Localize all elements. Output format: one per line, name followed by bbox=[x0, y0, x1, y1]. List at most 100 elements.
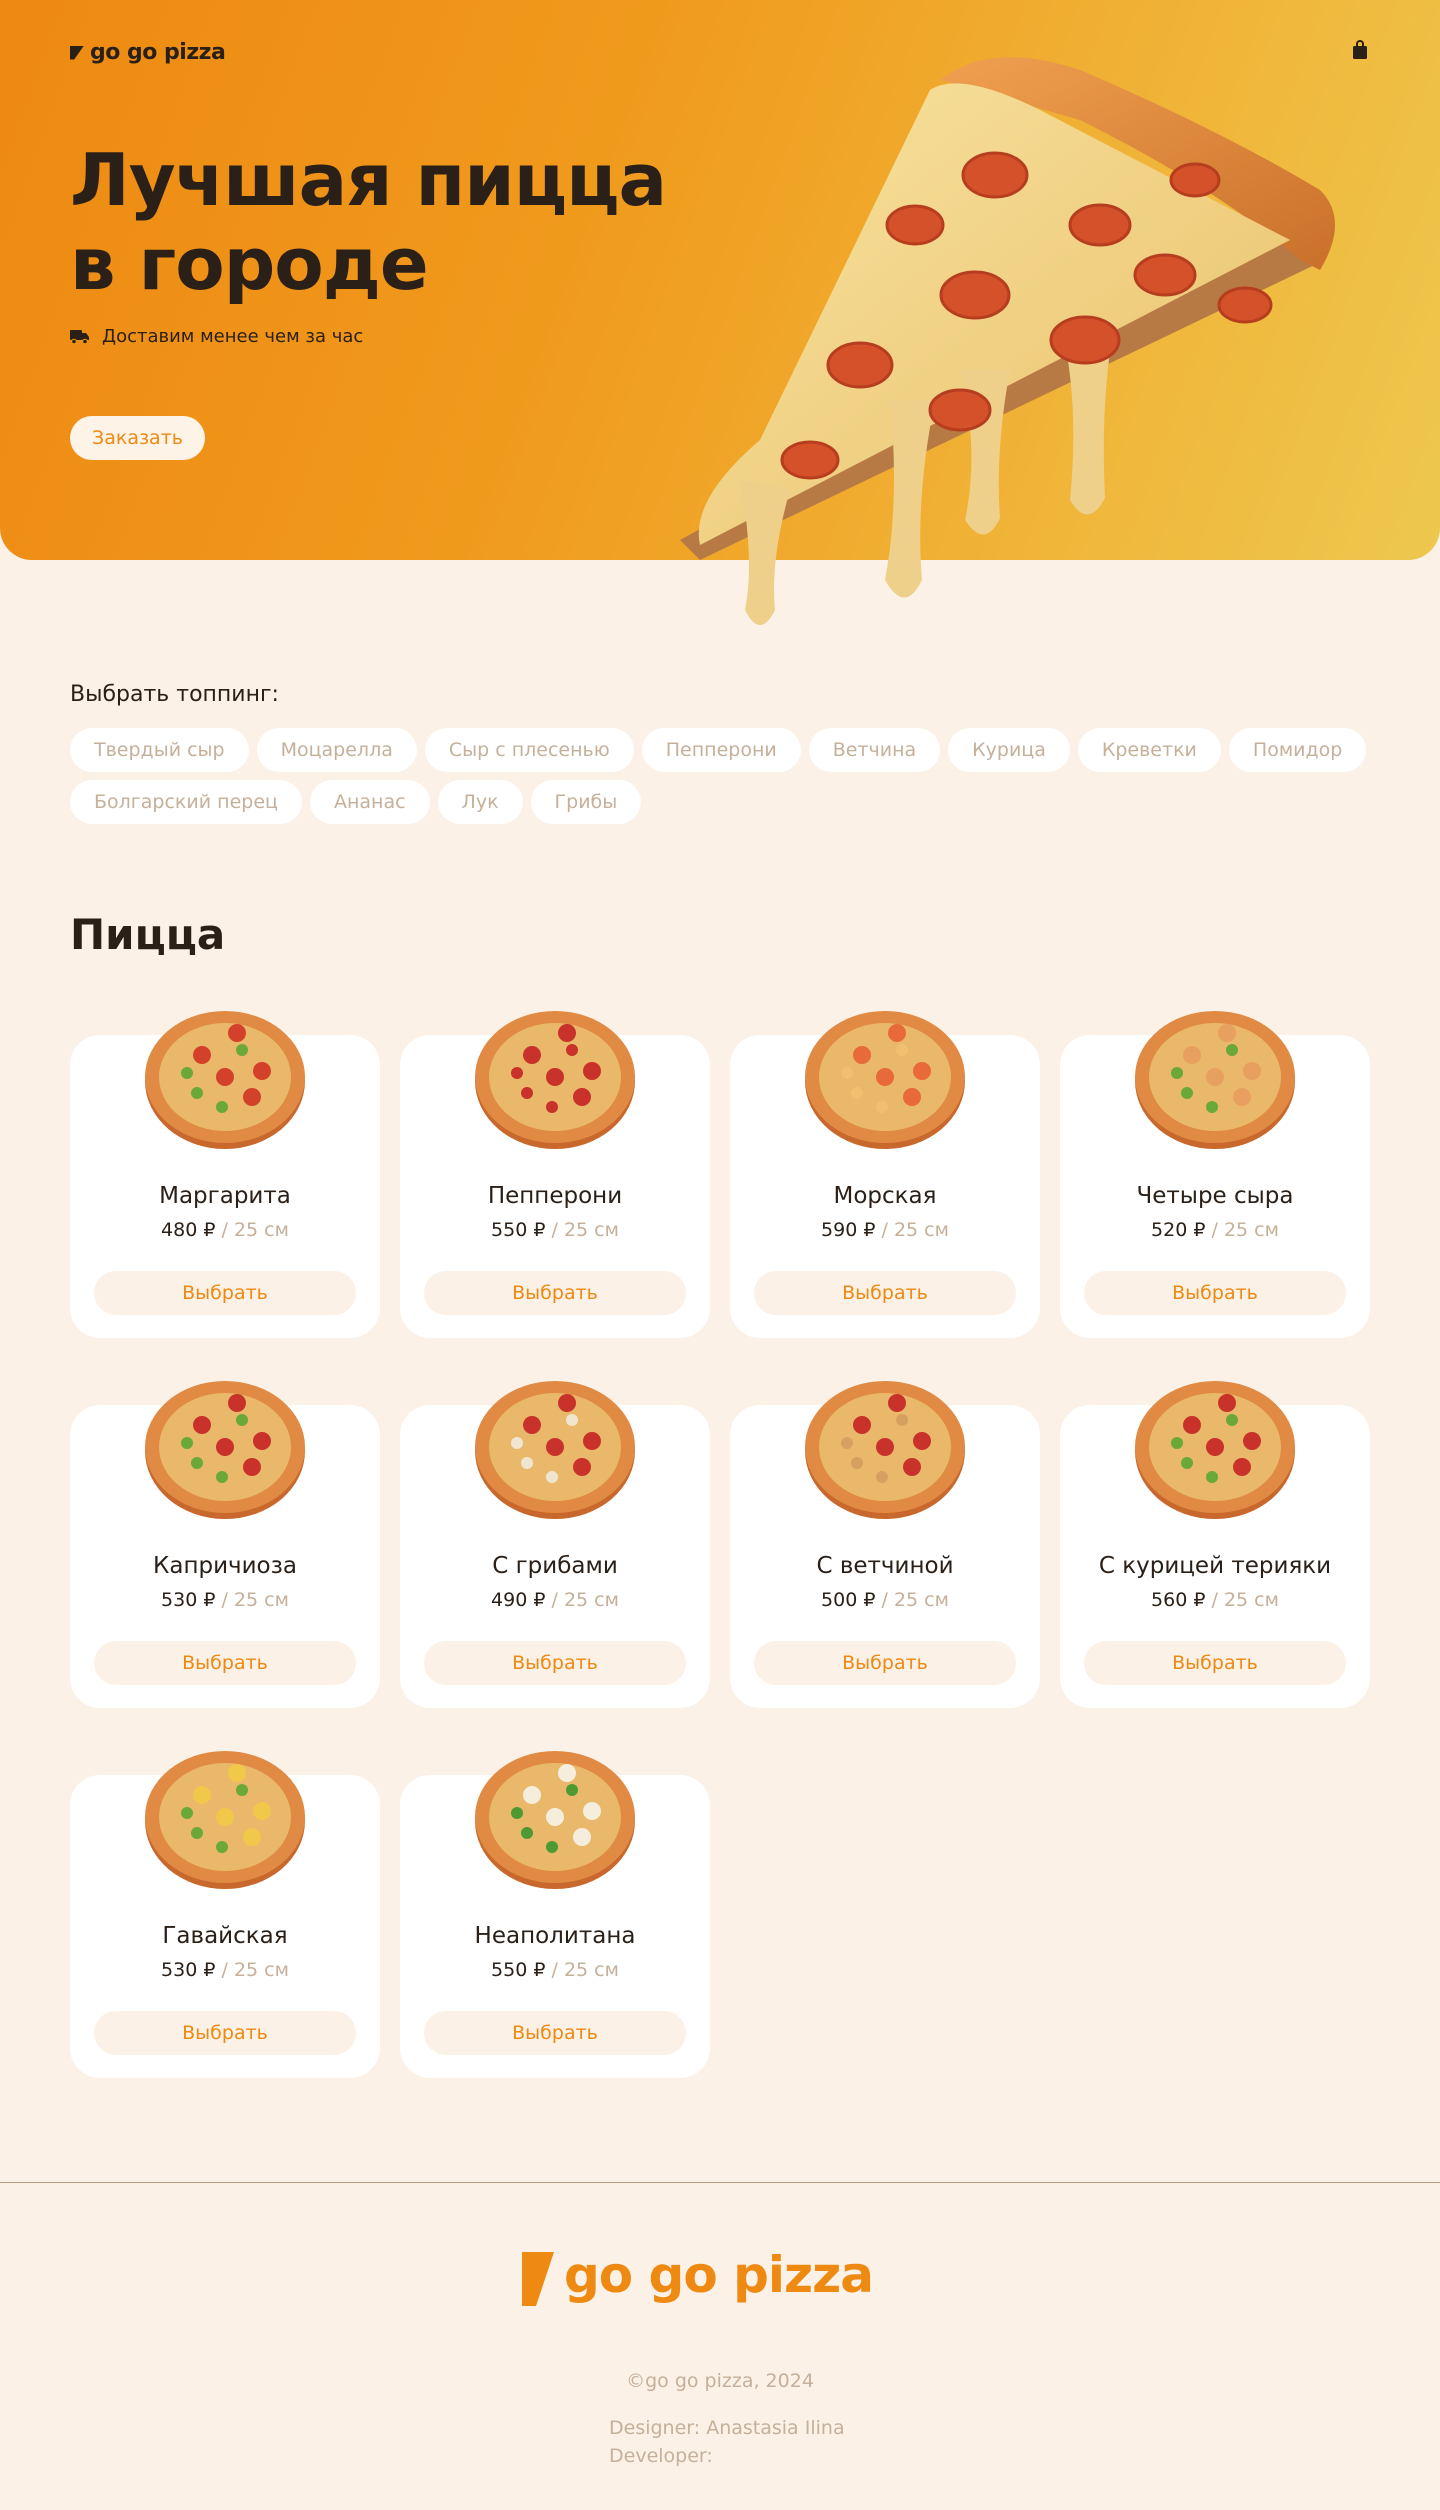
topping-decoration bbox=[1243, 1432, 1261, 1450]
topping-decoration bbox=[583, 1062, 601, 1080]
topping-chip[interactable]: Пепперони bbox=[641, 728, 801, 772]
choose-button[interactable]: Выбрать bbox=[424, 2011, 686, 2055]
copyright: ©go go pizza, 2024 bbox=[626, 2370, 814, 2392]
topping-decoration bbox=[511, 1807, 523, 1819]
topping-decoration bbox=[1233, 1458, 1251, 1476]
topping-chip[interactable]: Твердый сыр bbox=[70, 728, 249, 772]
header-logo[interactable]: go go pizza bbox=[70, 40, 226, 65]
choose-button[interactable]: Выбрать bbox=[94, 1641, 356, 1685]
pizza-price-line: 500 ₽ / 25 см bbox=[730, 1589, 1040, 1611]
topping-decoration bbox=[558, 1764, 576, 1782]
topping-chip[interactable]: Ветчина bbox=[808, 728, 941, 772]
choose-button[interactable]: Выбрать bbox=[424, 1641, 686, 1685]
toppings-label: Выбрать топпинг: bbox=[70, 682, 279, 707]
choose-button[interactable]: Выбрать bbox=[94, 2011, 356, 2055]
topping-decoration bbox=[546, 1101, 558, 1113]
pizza-name: Маргарита bbox=[159, 1183, 291, 1209]
topping-chip[interactable]: Грибы bbox=[530, 780, 642, 824]
pizza-image bbox=[475, 1381, 635, 1519]
topping-chip[interactable]: Ананас bbox=[309, 780, 430, 824]
hero-title-line-2: в городе bbox=[70, 222, 429, 306]
footer-logo[interactable]: go go pizza bbox=[520, 2248, 920, 2308]
pizza-grid: Маргарита 480 ₽ / 25 см Выбрать Пепперон… bbox=[70, 1005, 1370, 2078]
topping-decoration bbox=[558, 1024, 576, 1042]
pizza-name: Пепперони bbox=[487, 1183, 623, 1209]
topping-decoration bbox=[216, 1808, 234, 1826]
topping-chip[interactable]: Креветки bbox=[1077, 728, 1221, 772]
topping-decoration bbox=[1206, 1438, 1224, 1456]
topping-decoration bbox=[216, 1438, 234, 1456]
choose-button[interactable]: Выбрать bbox=[754, 1271, 1016, 1315]
topping-decoration bbox=[243, 1828, 261, 1846]
topping-chip[interactable]: Лук bbox=[437, 780, 523, 824]
choose-button[interactable]: Выбрать bbox=[1084, 1271, 1346, 1315]
topping-decoration bbox=[876, 1438, 894, 1456]
pizza-size: 25 см bbox=[233, 1589, 289, 1611]
topping-decoration bbox=[193, 1046, 211, 1064]
topping-chip[interactable]: Помидор bbox=[1228, 728, 1367, 772]
topping-decoration bbox=[558, 1394, 576, 1412]
pizza-image bbox=[1135, 1011, 1295, 1149]
pizza-price-line: 550 ₽ / 25 см bbox=[400, 1959, 710, 1981]
credits: Designer: Anastasia Ilina Developer: bbox=[609, 2414, 845, 2470]
topping-decoration bbox=[583, 1432, 601, 1450]
pizza-size: 25 см bbox=[563, 1219, 619, 1241]
price-separator: / bbox=[1211, 1219, 1218, 1241]
topping-decoration bbox=[841, 1067, 853, 1079]
topping-decoration bbox=[521, 1457, 533, 1469]
price-separator: / bbox=[551, 1959, 558, 1981]
choose-button[interactable]: Выбрать bbox=[424, 1271, 686, 1315]
topping-chip[interactable]: Моцарелла bbox=[256, 728, 417, 772]
topping-chip[interactable]: Курица bbox=[948, 728, 1070, 772]
pizza-price: 530 ₽ bbox=[161, 1959, 216, 1981]
topping-decoration bbox=[566, 1414, 578, 1426]
price-separator: / bbox=[551, 1589, 558, 1611]
pizza-image bbox=[1135, 1381, 1295, 1519]
topping-decoration bbox=[181, 1437, 193, 1449]
price-separator: / bbox=[881, 1219, 888, 1241]
topping-decoration bbox=[253, 1062, 271, 1080]
topping-decoration bbox=[193, 1416, 211, 1434]
delivery-text: Доставим менее чем за час bbox=[102, 326, 364, 347]
topping-decoration bbox=[851, 1457, 863, 1469]
topping-chip[interactable]: Болгарский перец bbox=[70, 780, 302, 824]
topping-decoration bbox=[896, 1414, 908, 1426]
topping-decoration bbox=[253, 1802, 271, 1820]
pizza-card: Четыре сыра 520 ₽ / 25 см Выбрать bbox=[1060, 1005, 1370, 1338]
topping-decoration bbox=[546, 1471, 558, 1483]
logo-mark-icon bbox=[70, 45, 84, 60]
topping-chip[interactable]: Сыр с плесенью bbox=[424, 728, 634, 772]
topping-decoration bbox=[1243, 1062, 1261, 1080]
topping-decoration bbox=[236, 1044, 248, 1056]
choose-button[interactable]: Выбрать bbox=[754, 1641, 1016, 1685]
pizza-price: 530 ₽ bbox=[161, 1589, 216, 1611]
topping-decoration bbox=[243, 1458, 261, 1476]
pizza-price: 490 ₽ bbox=[491, 1589, 546, 1611]
topping-decoration bbox=[253, 1432, 271, 1450]
topping-decoration bbox=[191, 1087, 203, 1099]
topping-decoration bbox=[1206, 1068, 1224, 1086]
topping-decoration bbox=[853, 1416, 871, 1434]
choose-button[interactable]: Выбрать bbox=[1084, 1641, 1346, 1685]
pizza-image bbox=[145, 1751, 305, 1889]
pizza-size: 25 см bbox=[1223, 1589, 1279, 1611]
price-separator: / bbox=[221, 1959, 228, 1981]
topping-decoration bbox=[566, 1044, 578, 1056]
pizza-image bbox=[475, 1751, 635, 1889]
topping-decoration bbox=[523, 1786, 541, 1804]
pizza-image bbox=[475, 1011, 635, 1149]
pizza-slice-image bbox=[680, 57, 1335, 625]
truck-icon bbox=[70, 329, 89, 344]
topping-decoration bbox=[546, 1808, 564, 1826]
price-separator: / bbox=[1211, 1589, 1218, 1611]
order-button[interactable]: Заказать bbox=[70, 416, 205, 460]
topping-decoration bbox=[1226, 1044, 1238, 1056]
pizza-card: Гавайская 530 ₽ / 25 см Выбрать bbox=[70, 1745, 380, 2078]
topping-decoration bbox=[228, 1764, 246, 1782]
choose-button[interactable]: Выбрать bbox=[94, 1271, 356, 1315]
topping-decoration bbox=[876, 1101, 888, 1113]
pizza-size: 25 см bbox=[1223, 1219, 1279, 1241]
topping-decoration bbox=[583, 1802, 601, 1820]
topping-decoration bbox=[546, 1841, 558, 1853]
pizza-price: 500 ₽ bbox=[821, 1589, 876, 1611]
